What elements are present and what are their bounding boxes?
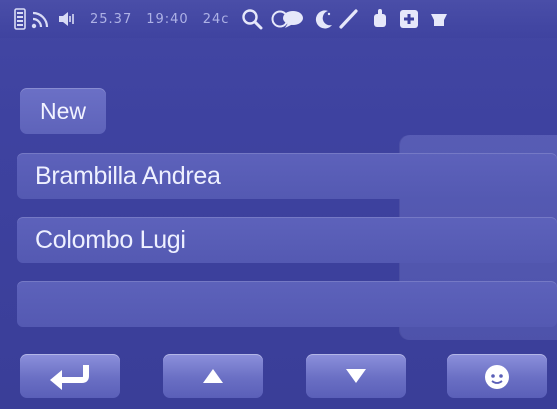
memory-icon: [12, 6, 28, 32]
list-item[interactable]: Colombo Lugi: [17, 217, 557, 263]
arrow-up-icon: [201, 367, 225, 385]
signal-icon: [30, 6, 54, 32]
new-contact-label: New: [39, 98, 86, 124]
scroll-down-button[interactable]: [306, 354, 406, 398]
moon-icon[interactable]: [313, 6, 335, 32]
scroll-up-button[interactable]: [163, 354, 263, 398]
list-item[interactable]: [17, 281, 557, 327]
speaker-icon: [56, 6, 78, 32]
new-contact-button[interactable]: New: [20, 88, 106, 134]
clock: 19:40: [146, 11, 189, 27]
speech-bubble-icon[interactable]: [269, 6, 307, 32]
face-icon: [481, 360, 513, 392]
contact-name: Colombo Lugi: [35, 226, 186, 254]
face-button[interactable]: [447, 354, 547, 398]
counter-readout: 25.37: [90, 11, 133, 27]
phonebook-screen: 25.37 19:40 24c New Brambilla Andrea Col…: [0, 0, 557, 409]
enter-button[interactable]: [20, 354, 120, 398]
pen-icon[interactable]: [337, 6, 361, 32]
search-icon[interactable]: [239, 6, 265, 32]
arrow-down-icon: [344, 367, 368, 385]
temperature-readout: 24c: [202, 11, 230, 27]
hand-icon[interactable]: [369, 6, 391, 32]
list-item[interactable]: Brambilla Andrea: [17, 153, 557, 199]
tray-icon[interactable]: [429, 6, 449, 32]
status-bar: 25.37 19:40 24c: [0, 0, 557, 38]
enter-icon: [42, 361, 98, 391]
plus-icon[interactable]: [397, 6, 421, 32]
contact-name: Brambilla Andrea: [35, 162, 221, 190]
